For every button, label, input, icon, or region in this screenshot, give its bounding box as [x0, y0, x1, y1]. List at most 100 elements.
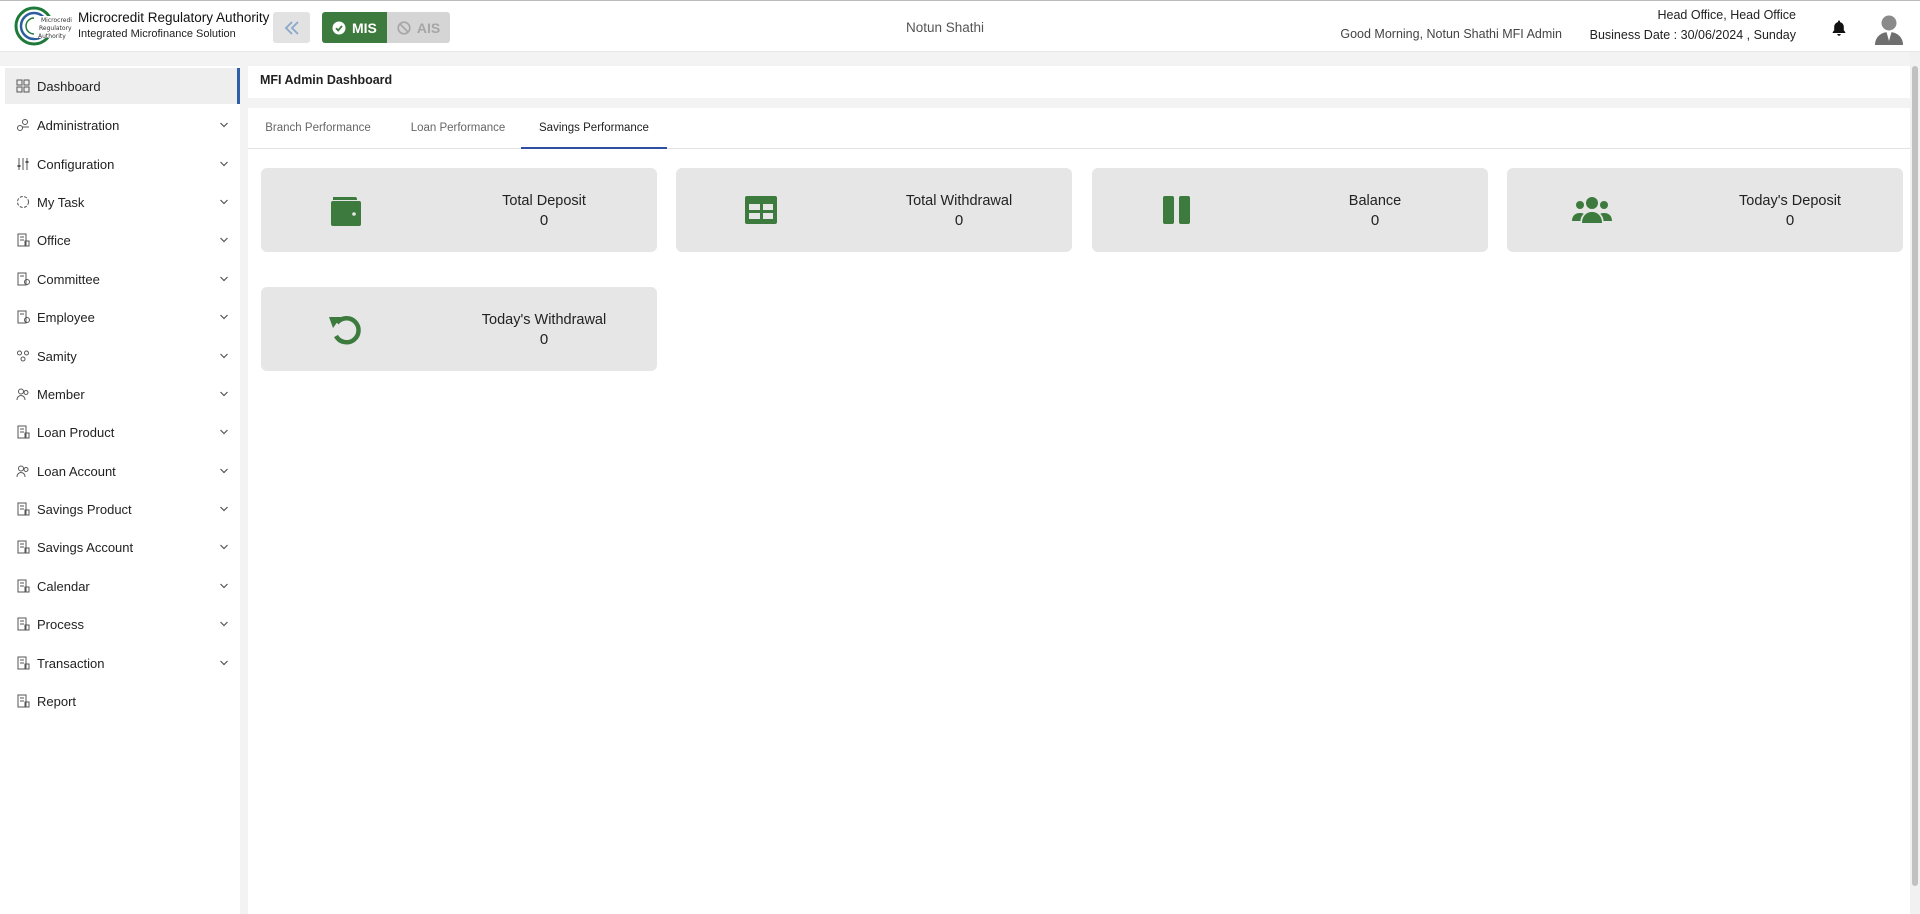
card-title: Total Withdrawal	[905, 193, 1013, 209]
card-title: Today's Deposit	[1739, 193, 1841, 209]
sidebar-item-office[interactable]: Office	[5, 222, 240, 258]
document-icon	[17, 579, 30, 593]
sidebar-item-process[interactable]: Process	[5, 606, 240, 642]
tab-loan-performance[interactable]: Loan Performance	[396, 108, 520, 149]
chevron-down-icon	[220, 660, 228, 666]
card-value: 0	[1785, 212, 1795, 229]
page-scrollbar[interactable]	[1910, 52, 1920, 914]
sidebar-item-savings-account[interactable]: Savings Account	[5, 529, 240, 565]
sidebar-item-administration[interactable]: Administration	[5, 107, 240, 143]
card-value: 0	[539, 331, 549, 348]
tab-branch-performance[interactable]: Branch Performance	[248, 108, 388, 149]
sidebar-item-label: Calendar	[37, 578, 90, 594]
document-icon	[17, 617, 30, 631]
collapse-sidebar-button[interactable]	[273, 12, 310, 43]
card-title: Today's Withdrawal	[481, 312, 607, 328]
document-icon	[17, 656, 30, 670]
scrollbar-thumb[interactable]	[1912, 66, 1918, 886]
sidebar-item-label: Samity	[37, 348, 77, 364]
chevron-down-icon	[220, 161, 228, 167]
tab-savings-performance[interactable]: Savings Performance	[521, 108, 667, 149]
sidebar-item-label: Committee	[37, 271, 100, 287]
chevron-down-icon	[220, 353, 228, 359]
sidebar-item-transaction[interactable]: Transaction	[5, 645, 240, 681]
chevron-down-icon	[220, 621, 228, 627]
page-title: MFI Admin Dashboard	[260, 73, 393, 87]
undo-icon	[329, 316, 361, 345]
user-avatar-icon[interactable]	[1874, 13, 1904, 45]
pause-icon	[1163, 196, 1190, 224]
sidebar-item-samity[interactable]: Samity	[5, 338, 240, 374]
check-circle-icon	[332, 21, 346, 34]
card-title: Balance	[1348, 193, 1402, 209]
sidebar-item-calendar[interactable]: Calendar	[5, 568, 240, 604]
stat-card-todays-withdrawal[interactable]: Today's Withdrawal 0	[261, 287, 657, 371]
sidebar-item-configuration[interactable]: Configuration	[5, 146, 240, 182]
svg-text:Microcredit: Microcredit	[41, 17, 72, 24]
sidebar-item-employee[interactable]: Employee	[5, 299, 240, 335]
stat-card-balance[interactable]: Balance 0	[1092, 168, 1488, 252]
document-icon	[17, 502, 30, 516]
stat-card-todays-deposit[interactable]: Today's Deposit 0	[1507, 168, 1903, 252]
task-icon	[17, 196, 29, 208]
users-icon	[16, 465, 29, 478]
chevron-down-icon	[220, 544, 228, 550]
dashboard-content: Branch Performance Loan Performance Savi…	[248, 108, 1910, 914]
ais-mode-label: AIS	[416, 19, 441, 36]
business-date: Business Date : 30/06/2024 , Sunday	[1589, 28, 1796, 42]
chevron-down-icon	[220, 506, 228, 512]
sidebar-item-committee[interactable]: Committee	[5, 261, 240, 297]
sidebar-item-label: Office	[37, 232, 71, 248]
sidebar-item-loan-product[interactable]: Loan Product	[5, 414, 240, 450]
sidebar-item-label: Configuration	[37, 156, 115, 172]
ais-mode-button[interactable]: AIS	[386, 12, 451, 43]
sidebar-item-loan-account[interactable]: Loan Account	[5, 453, 240, 489]
stat-card-total-deposit[interactable]: Total Deposit 0	[261, 168, 657, 252]
stat-card-total-withdrawal[interactable]: Total Withdrawal 0	[676, 168, 1072, 252]
sidebar-item-label: Loan Account	[37, 463, 116, 479]
double-chevron-left-icon	[284, 20, 299, 35]
top-header: Microcredit Regulatory Authority Microcr…	[0, 0, 1920, 52]
chevron-down-icon	[220, 583, 228, 589]
sidebar-item-label: Administration	[37, 117, 120, 133]
admin-icon	[17, 119, 29, 131]
document-icon	[17, 694, 30, 708]
card-value: 0	[539, 212, 549, 229]
sidebar-item-label: Savings Product	[37, 501, 132, 517]
sidebar: Dashboard Administration Configuration M…	[0, 66, 240, 914]
chevron-down-icon	[220, 468, 228, 474]
sidebar-item-label: Loan Product	[37, 424, 115, 440]
svg-text:Authority: Authority	[38, 33, 66, 40]
sidebar-item-label: My Task	[37, 194, 85, 210]
users-icon	[16, 388, 29, 401]
module-switcher: MIS AIS	[322, 12, 451, 43]
user-greeting: Good Morning, Notun Shathi MFI Admin	[1340, 27, 1562, 41]
group-icon	[17, 350, 29, 362]
org-name: Microcredit Regulatory Authority	[78, 10, 270, 25]
breadcrumb: MFI Admin Dashboard	[248, 66, 1910, 98]
sidebar-item-label: Savings Account	[37, 539, 134, 555]
sliders-icon	[17, 158, 29, 170]
chevron-down-icon	[220, 314, 228, 320]
sidebar-item-my-task[interactable]: My Task	[5, 184, 240, 220]
card-title: Total Deposit	[502, 193, 586, 209]
mis-mode-label: MIS	[352, 19, 377, 36]
notification-bell-icon[interactable]	[1830, 19, 1848, 37]
ban-icon	[397, 20, 411, 35]
chevron-down-icon	[220, 122, 228, 128]
committee-icon	[17, 272, 30, 286]
sidebar-item-dashboard[interactable]: Dashboard	[5, 68, 240, 104]
chevron-down-icon	[220, 429, 228, 435]
sidebar-item-member[interactable]: Member	[5, 376, 240, 412]
sidebar-item-savings-product[interactable]: Savings Product	[5, 491, 240, 527]
mis-mode-button[interactable]: MIS	[322, 12, 387, 43]
performance-tabs: Branch Performance Loan Performance Savi…	[248, 108, 1910, 149]
office-name: Head Office, Head Office	[1657, 8, 1796, 22]
card-value: 0	[1370, 212, 1380, 229]
sidebar-item-report[interactable]: Report	[5, 683, 240, 719]
document-icon	[17, 540, 30, 554]
building-icon	[17, 233, 30, 247]
sidebar-item-label: Report	[37, 693, 77, 709]
chevron-down-icon	[220, 237, 228, 243]
chevron-down-icon	[220, 199, 228, 205]
